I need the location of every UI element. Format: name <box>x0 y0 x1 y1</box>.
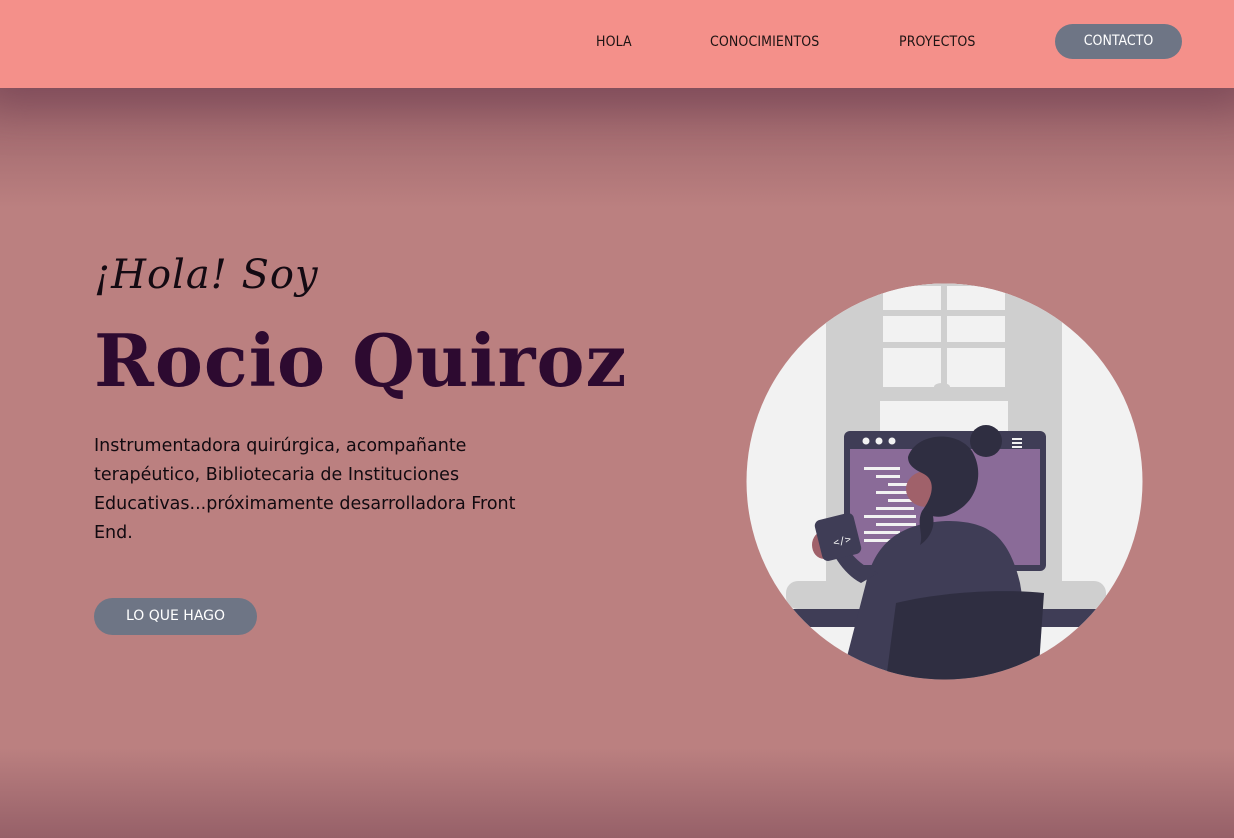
hero-bio: Instrumentadora quirúrgica, acompañante … <box>94 436 516 543</box>
top-navbar: HOLA CONOCIMIENTOS PROYECTOS CONTACTO <box>0 0 1234 88</box>
hero-top-shadow <box>0 88 1234 208</box>
window <box>874 283 1014 401</box>
lo-que-hago-button[interactable]: LO QUE HAGO <box>94 598 257 635</box>
woman-coding-illustration: </> <box>746 283 1143 680</box>
nav-link-conocimientos[interactable]: CONOCIMIENTOS <box>710 34 819 50</box>
contact-button[interactable]: CONTACTO <box>1055 24 1182 59</box>
hero-bottom-shadow <box>0 748 1234 838</box>
nav-link-proyectos[interactable]: PROYECTOS <box>899 34 975 50</box>
nav-link-hola[interactable]: HOLA <box>596 34 632 50</box>
hero-greeting: ¡Hola! Soy <box>94 252 319 298</box>
hero-name: Rocio Quiroz <box>94 318 628 403</box>
